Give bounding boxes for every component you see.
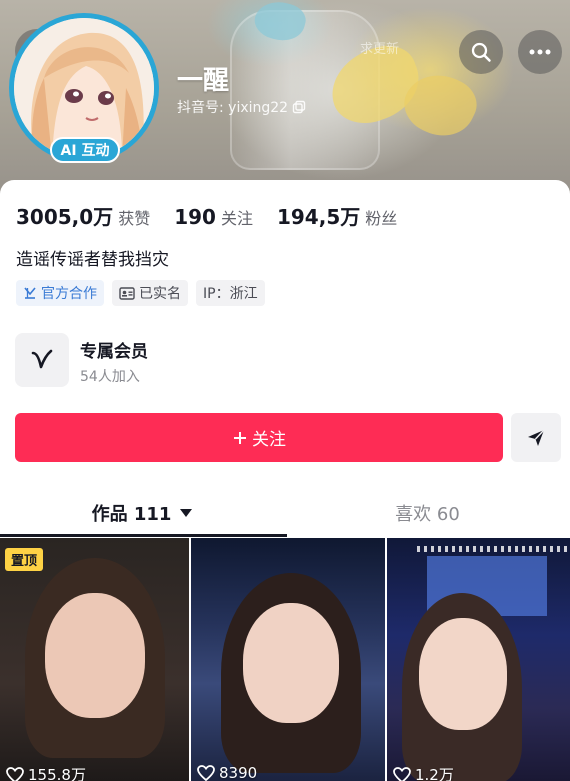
following-label[interactable]: 关注	[221, 205, 253, 229]
search-button[interactable]	[459, 30, 503, 74]
copy-icon	[292, 100, 306, 114]
play-count-value: 8390	[219, 764, 258, 781]
id-card-icon	[119, 286, 135, 300]
thumbnail-face	[243, 603, 339, 723]
play-count-value: 1.2万	[415, 766, 454, 781]
heart-icon	[6, 766, 24, 781]
likes-count: 3005,0万	[16, 205, 114, 229]
heart-icon	[197, 765, 215, 781]
share-button[interactable]	[511, 413, 561, 462]
share-icon	[528, 428, 545, 446]
verified-tag: 已实名	[112, 280, 188, 306]
profile-nickname: 一醒	[177, 66, 230, 96]
vip-subtitle: 54人加入	[80, 369, 140, 385]
account-id: 抖音号: yixing22	[177, 100, 289, 116]
tag-row: 官方合作 已实名 IP：浙江	[16, 280, 265, 306]
account-id-row[interactable]: 抖音号: yixing22	[177, 97, 306, 117]
pinned-badge: 置顶	[5, 548, 44, 571]
video-grid: 置顶 155.8万 8390 1.2万	[0, 538, 570, 781]
vip-membership-button[interactable]	[15, 333, 69, 387]
play-count: 155.8万	[6, 764, 86, 781]
followers-label[interactable]: 粉丝	[365, 205, 397, 229]
ip-location-tag: IP：浙江	[196, 280, 265, 306]
official-cooperation-tag[interactable]: 官方合作	[16, 280, 104, 306]
search-icon	[471, 42, 491, 62]
verified-tag-label: 已实名	[139, 286, 181, 302]
video-tile[interactable]: 置顶 155.8万	[0, 538, 189, 781]
play-count: 8390	[197, 764, 257, 781]
stage-lights	[417, 546, 567, 552]
following-count[interactable]: 190	[174, 205, 216, 229]
play-count-value: 155.8万	[28, 766, 86, 781]
video-tile[interactable]: 8390	[191, 538, 385, 781]
tab-likes-label: 喜欢 60	[395, 504, 460, 525]
video-tile[interactable]: 1.2万	[387, 538, 570, 781]
stats-row: 3005,0万 获赞 190 关注 194,5万 粉丝	[16, 201, 421, 230]
active-tab-indicator	[0, 534, 287, 537]
vip-title[interactable]: 专属会员	[80, 337, 148, 362]
likes-label: 获赞	[118, 209, 151, 228]
tab-works[interactable]: 作品 111	[0, 488, 285, 538]
follow-button[interactable]: 关注	[15, 413, 503, 462]
more-icon	[529, 49, 551, 55]
follow-button-label: 关注	[252, 430, 286, 450]
caret-down-icon	[180, 509, 193, 517]
vip-logo-icon	[31, 349, 53, 369]
ip-location-label: IP：浙江	[203, 286, 258, 302]
profile-bio: 造谣传谣者替我挡灾	[16, 250, 169, 270]
profile-tabs: 作品 111 喜欢 60	[0, 488, 570, 538]
more-button[interactable]	[518, 30, 562, 74]
plus-icon	[234, 431, 246, 444]
heart-icon	[393, 766, 411, 781]
banner-ghost-text: 求更新	[360, 42, 400, 57]
thumbnail-face	[45, 593, 145, 718]
official-tag-label: 官方合作	[41, 286, 97, 302]
official-icon	[24, 287, 36, 299]
tab-works-label: 作品 111	[91, 504, 172, 525]
thumbnail-face	[419, 618, 507, 730]
play-count: 1.2万	[393, 764, 454, 781]
tab-likes[interactable]: 喜欢 60	[285, 488, 570, 538]
followers-count[interactable]: 194,5万	[277, 201, 360, 230]
ai-interaction-badge[interactable]: AI 互动	[50, 137, 120, 163]
